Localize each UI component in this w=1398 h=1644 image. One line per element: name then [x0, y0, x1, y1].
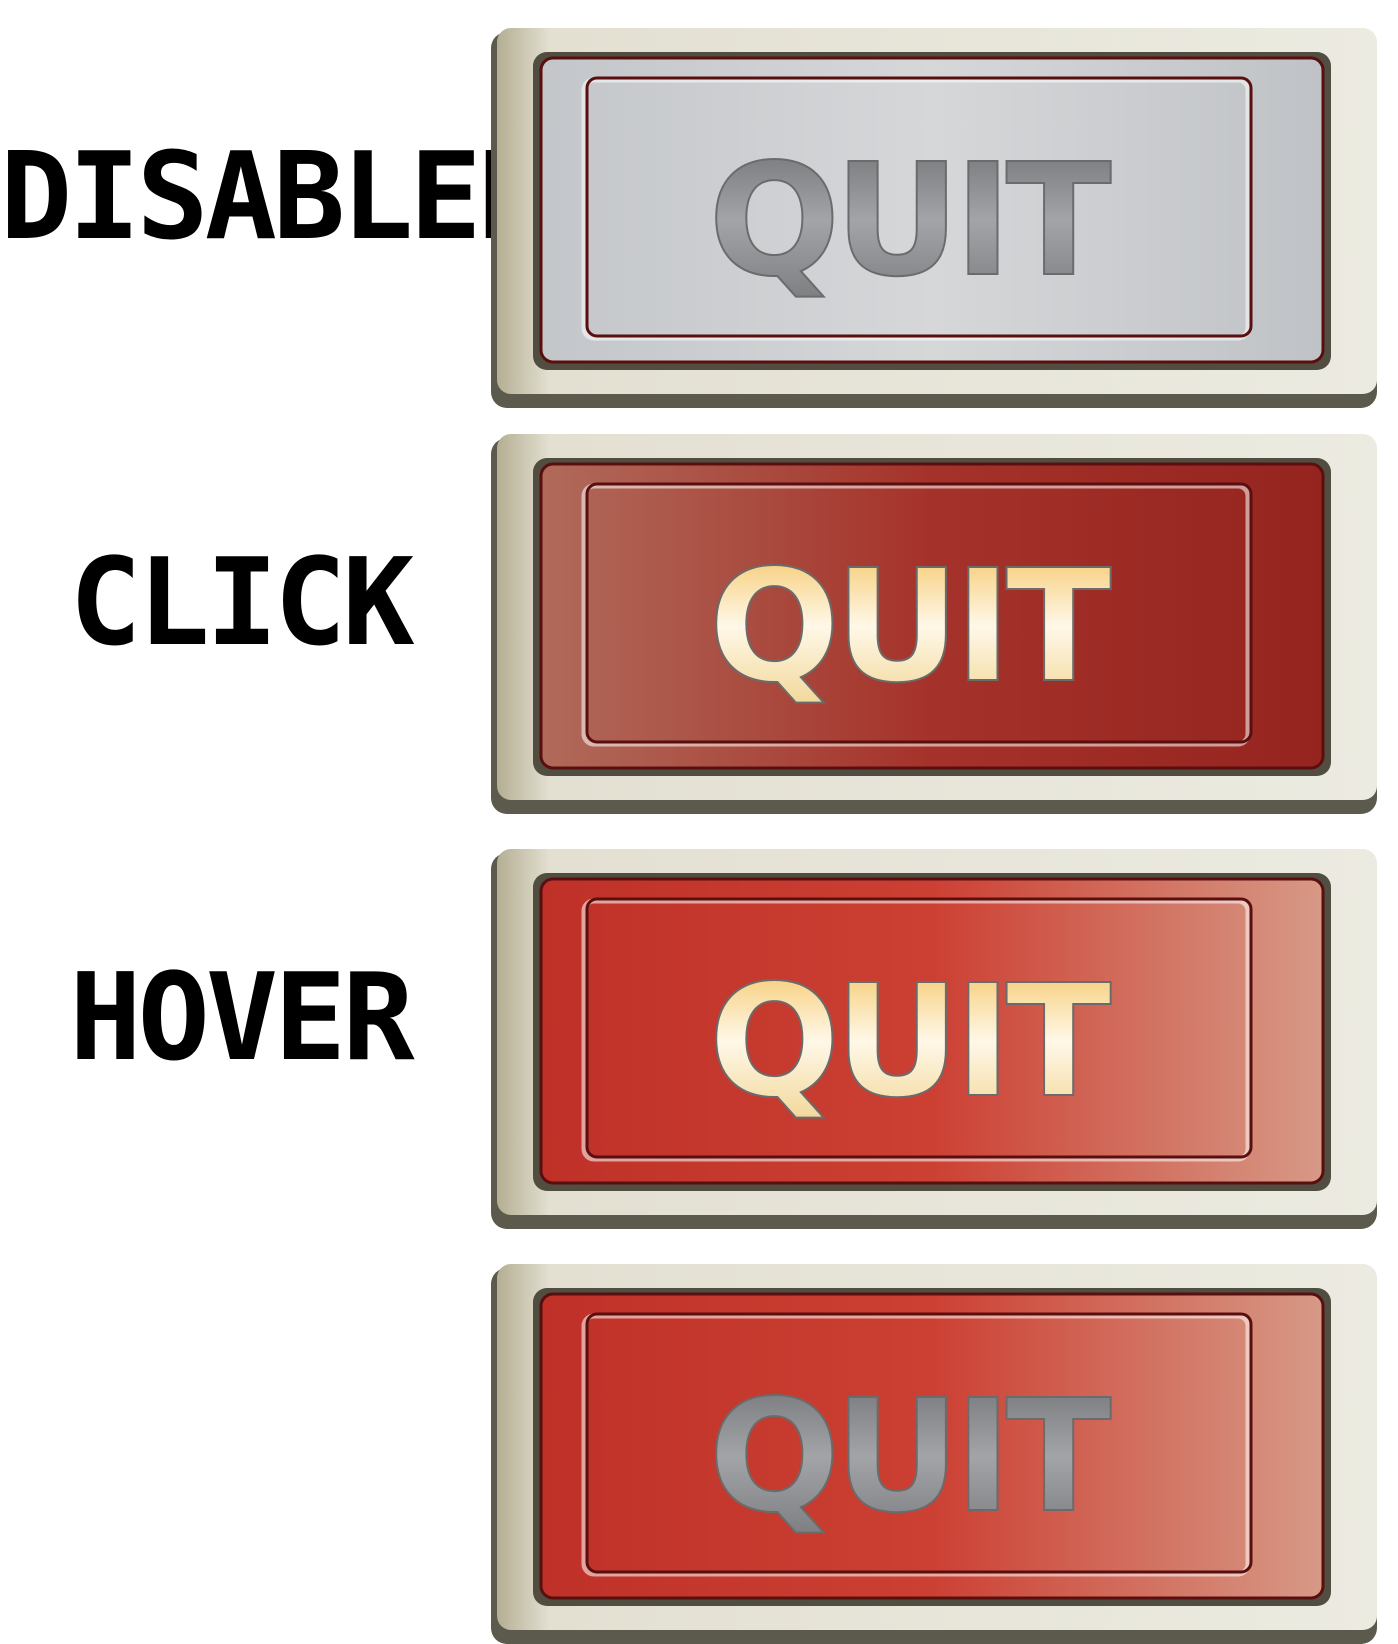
- quit-button-normal[interactable]: QUIT: [491, 1264, 1377, 1644]
- quit-button-disabled: QUIT: [491, 28, 1377, 408]
- quit-label: QUIT: [708, 951, 1110, 1132]
- state-label-click: CLICK: [69, 534, 414, 673]
- button-row-click: CLICK QUIT: [0, 434, 1398, 814]
- quit-button-click[interactable]: QUIT: [491, 434, 1377, 814]
- state-label-hover: HOVER: [69, 949, 414, 1088]
- quit-label: QUIT: [708, 130, 1110, 311]
- state-label-disabled: DISABLED: [0, 128, 550, 267]
- quit-button-hover[interactable]: QUIT: [491, 849, 1377, 1229]
- quit-label: QUIT: [708, 536, 1110, 717]
- button-row-disabled: DISABLED QUIT: [0, 28, 1398, 408]
- button-row-hover: HOVER QUIT: [0, 849, 1398, 1229]
- button-row-normal: QUIT: [0, 1264, 1398, 1644]
- quit-label: QUIT: [708, 1366, 1110, 1547]
